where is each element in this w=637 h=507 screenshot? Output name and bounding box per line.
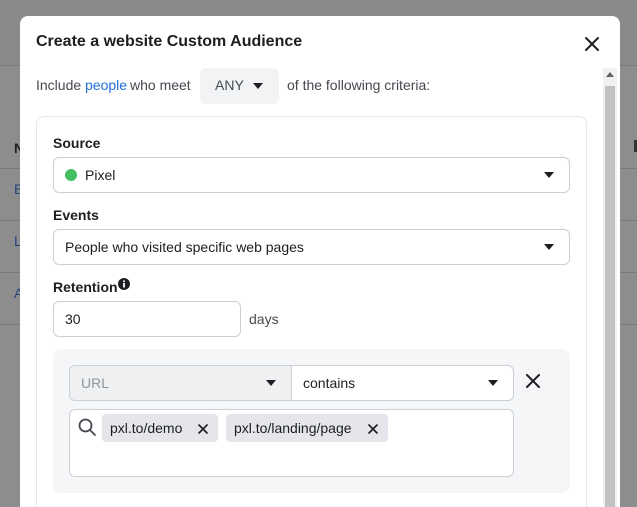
close-icon: [585, 37, 599, 51]
retention-label: Retention: [53, 279, 118, 295]
rule-operator-select[interactable]: contains: [291, 365, 514, 401]
scrollbar-thumb[interactable]: [605, 86, 615, 507]
rule-field-value: URL: [81, 375, 110, 391]
scroll-up-arrow-icon[interactable]: [606, 72, 614, 77]
people-link[interactable]: people: [85, 77, 127, 93]
retention-unit-label: days: [249, 311, 279, 327]
criteria-middle: who meet: [130, 77, 191, 93]
source-label: Source: [53, 135, 101, 151]
dialog-scrollbar[interactable]: [603, 68, 617, 507]
info-icon[interactable]: [118, 278, 130, 290]
url-chip-label: pxl.to/landing/page: [234, 420, 352, 436]
url-chip: pxl.to/landing/page: [226, 414, 388, 442]
source-value: Pixel: [85, 167, 116, 183]
url-chip-label: pxl.to/demo: [110, 420, 183, 436]
rule-operator-value: contains: [303, 375, 356, 391]
events-label: Events: [53, 207, 99, 223]
criteria-card: Source Pixel Events People who visited s…: [36, 116, 587, 507]
events-value: People who visited specific web pages: [65, 239, 304, 255]
match-type-dropdown[interactable]: ANY: [200, 68, 279, 104]
caret-down-icon: [544, 172, 554, 178]
caret-down-icon: [266, 380, 276, 386]
criteria-prefix: Include: [36, 77, 82, 93]
remove-rule-button[interactable]: [525, 373, 541, 389]
custom-audience-dialog: Create a website Custom Audience Include…: [20, 16, 620, 507]
close-icon: [526, 374, 540, 388]
match-type-value: ANY: [215, 77, 244, 93]
url-values-input[interactable]: pxl.to/demo pxl.to/landing/page: [69, 409, 514, 477]
criteria-sentence: Include people who meet ANY of the follo…: [36, 68, 596, 104]
caret-down-icon: [488, 380, 498, 386]
caret-down-icon: [544, 244, 554, 250]
close-button[interactable]: [580, 32, 604, 56]
remove-chip-close-icon[interactable]: [368, 424, 378, 434]
remove-chip-close-icon[interactable]: [198, 424, 208, 434]
caret-down-icon: [253, 83, 263, 89]
events-select[interactable]: People who visited specific web pages: [53, 229, 570, 265]
url-chip: pxl.to/demo: [102, 414, 218, 442]
criteria-suffix: of the following criteria:: [287, 77, 431, 93]
dialog-title: Create a website Custom Audience: [36, 33, 303, 50]
search-icon: [78, 418, 96, 436]
retention-days-input[interactable]: [53, 301, 241, 337]
pixel-status-dot-icon: [65, 169, 77, 181]
url-rule-group: URL contains pxl.to/demo pxl.to/landing/…: [53, 349, 570, 493]
source-select[interactable]: Pixel: [53, 157, 570, 193]
rule-field-select[interactable]: URL: [69, 365, 292, 401]
